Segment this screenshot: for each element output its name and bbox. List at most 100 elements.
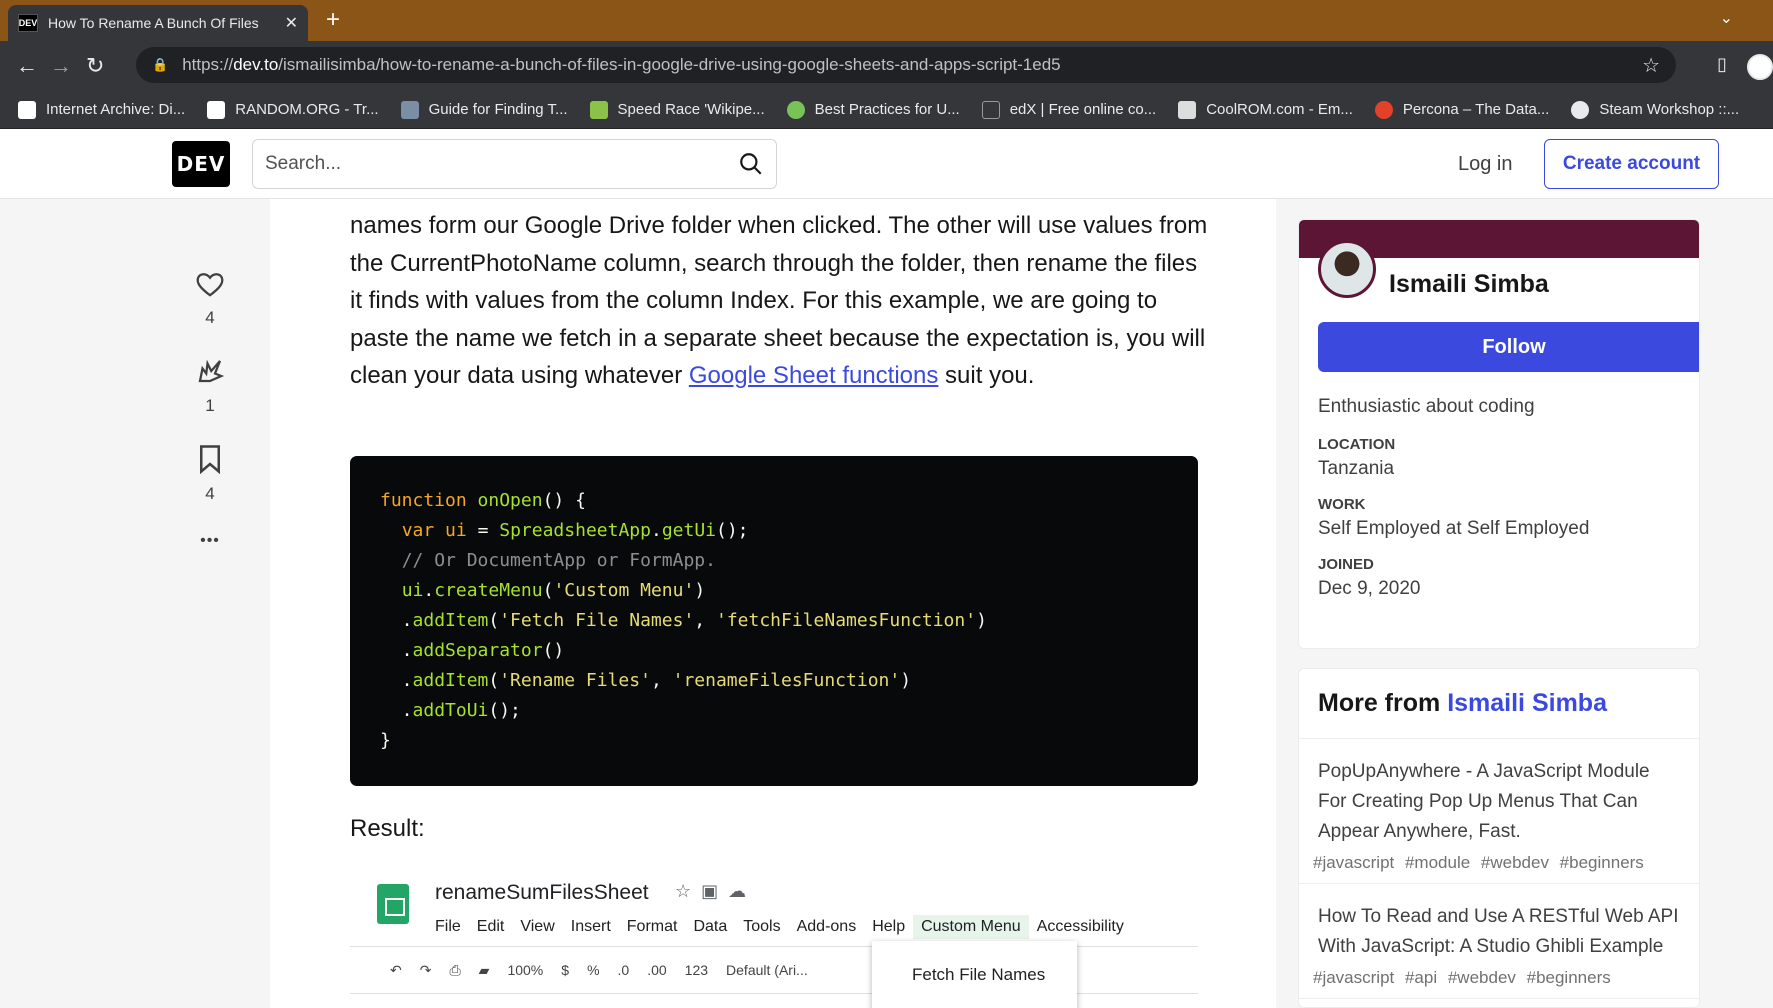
search-box[interactable]: [252, 139, 777, 189]
dev-favicon-icon: DEV: [18, 14, 38, 32]
more-from-heading: More from Ismaili Simba: [1299, 669, 1699, 739]
result-label: Result:: [350, 815, 425, 842]
bookmark-favicon-icon: [207, 100, 226, 119]
more-from-item-title[interactable]: PopUpAnywhere - A JavaScript Module For …: [1318, 757, 1680, 847]
location-value: Tanzania: [1318, 458, 1395, 479]
unicorn-icon[interactable]: [195, 356, 225, 386]
more-from-item[interactable]: PopUpAnywhere - A JavaScript Module For …: [1299, 739, 1699, 884]
unicorn-count: 1: [205, 396, 215, 415]
font-select: Default (Ari...: [726, 962, 808, 978]
side-panel-icon[interactable]: ▯: [1717, 54, 1727, 80]
bookmark-item[interactable]: Steam Workshop ::...: [1571, 100, 1739, 119]
code-block: function onOpen() { var ui = Spreadsheet…: [350, 456, 1198, 786]
bookmark-favicon-icon: [400, 100, 419, 119]
lock-icon[interactable]: 🔒: [152, 57, 168, 73]
bookmark-favicon-icon: [1571, 100, 1590, 119]
sheet-menu-item: Tools: [743, 918, 781, 935]
more-options-icon[interactable]: •••: [185, 532, 235, 550]
dev-logo[interactable]: DEV: [172, 141, 230, 187]
bookmark-item[interactable]: Internet Archive: Di...: [18, 100, 185, 119]
google-sheet-functions-link[interactable]: Google Sheet functions: [689, 362, 939, 389]
search-icon[interactable]: [738, 151, 764, 177]
more-from-author-card: More from Ismaili Simba PopUpAnywhere - …: [1298, 668, 1700, 1008]
browser-tab-bar: DEV How To Rename A Bunch Of Files ✕ + ⌄: [0, 0, 1773, 41]
currency-icon: $: [561, 962, 570, 978]
bookmark-count: 4: [205, 484, 215, 503]
sheet-title: renameSumFilesSheet: [435, 881, 649, 904]
url-prefix: https://: [182, 55, 234, 74]
percent-icon: %: [587, 962, 600, 978]
bookmark-item[interactable]: Speed Race 'Wikipe...: [589, 100, 765, 119]
sheet-menu-item: Help: [872, 918, 906, 935]
unicorn-action[interactable]: 1: [185, 356, 235, 416]
like-action[interactable]: 4: [185, 270, 235, 328]
bookmark-icon[interactable]: [197, 444, 223, 474]
author-profile-card: Ismaili Simba Follow Enthusiastic about …: [1298, 219, 1700, 649]
new-tab-button[interactable]: +: [326, 6, 340, 34]
bookmark-favicon-icon: [1178, 100, 1197, 119]
increase-decimal-icon: .00: [647, 962, 667, 978]
more-from-item[interactable]: How To Read and Use A RESTful Web API Wi…: [1299, 884, 1699, 999]
bookmark-item[interactable]: CoolROM.com - Em...: [1178, 100, 1353, 119]
sheet-menu-item: Format: [626, 918, 678, 935]
sheet-menu-item: View: [520, 918, 555, 935]
tab-search-chevron-icon[interactable]: ⌄: [1720, 8, 1733, 28]
forward-arrow-icon[interactable]: →: [50, 53, 72, 79]
profile-avatar[interactable]: [1747, 54, 1773, 80]
bookmark-action[interactable]: 4: [185, 444, 235, 504]
undo-icon: ↶: [390, 961, 402, 978]
bookmark-item[interactable]: Best Practices for U...: [786, 100, 960, 119]
url-path: /ismailisimba/how-to-rename-a-bunch-of-f…: [278, 55, 1061, 74]
sheet-title-icons: ☆▣☁: [675, 881, 757, 901]
more-from-item-tags: #javascript #api #webdev #beginners: [1313, 968, 1611, 987]
sheet-menu-item: Data: [693, 918, 728, 935]
number-format-select: 123: [684, 962, 709, 978]
url-bar[interactable]: 🔒 https://dev.to/ismailisimba/how-to-ren…: [136, 47, 1676, 83]
sheet-menu-item: Add-ons: [796, 918, 857, 935]
google-sheets-icon: [377, 884, 409, 924]
reload-icon[interactable]: ↻: [86, 53, 104, 79]
redo-icon: ↷: [419, 961, 432, 978]
bookmark-favicon-icon: [1374, 100, 1393, 119]
more-from-author-link[interactable]: Ismaili Simba: [1447, 689, 1607, 717]
author-avatar[interactable]: [1318, 240, 1376, 298]
decrease-decimal-icon: .0: [617, 962, 630, 978]
bookmark-item[interactable]: Guide for Finding T...: [400, 100, 568, 119]
bookmark-item[interactable]: RANDOM.ORG - Tr...: [207, 100, 379, 119]
bookmark-favicon-icon: [589, 100, 608, 119]
browser-tab[interactable]: DEV How To Rename A Bunch Of Files ✕: [8, 5, 308, 41]
print-icon: ⎙: [449, 961, 461, 978]
back-arrow-icon[interactable]: ←: [16, 53, 38, 79]
sheet-menu-item: Edit: [476, 918, 505, 935]
close-tab-icon[interactable]: ✕: [285, 13, 298, 33]
zoom-select: 100%: [507, 962, 544, 978]
bookmark-item[interactable]: Percona – The Data...: [1374, 100, 1549, 119]
more-from-item-tags: #javascript #module #webdev #beginners: [1313, 853, 1644, 872]
bookmark-favicon-icon: [18, 100, 36, 119]
like-count: 4: [205, 308, 215, 327]
create-account-button[interactable]: Create account: [1544, 139, 1719, 189]
search-input[interactable]: [265, 153, 738, 175]
author-bio: Enthusiastic about coding: [1318, 396, 1535, 417]
sheet-menu-item: Insert: [570, 918, 611, 935]
url-domain: dev.to: [233, 55, 279, 74]
author-name[interactable]: Ismaili Simba: [1389, 270, 1549, 299]
work-value: Self Employed at Self Employed: [1318, 518, 1590, 539]
article-body: names form our Google Drive folder when …: [270, 199, 1276, 1008]
bookmarks-bar: Internet Archive: Di... RANDOM.ORG - Tr.…: [0, 91, 1773, 129]
more-from-item-title[interactable]: How To Read and Use A RESTful Web API Wi…: [1318, 902, 1680, 962]
site-header: DEV Log in Create account: [0, 129, 1773, 199]
bookmark-favicon-icon: [786, 100, 805, 119]
article-paragraph: names form our Google Drive folder when …: [350, 212, 1208, 389]
sheets-screenshot: renameSumFilesSheet ☆▣☁ File Edit View I…: [350, 867, 1198, 1008]
follow-button[interactable]: Follow: [1318, 322, 1699, 372]
sheet-menubar: File Edit View Insert Format Data Tools …: [435, 915, 1132, 939]
sheet-menu-item-custom: Custom Menu: [913, 915, 1029, 939]
bookmark-item[interactable]: edX | Free online co...: [981, 100, 1156, 119]
joined-value: Dec 9, 2020: [1318, 578, 1421, 599]
login-link[interactable]: Log in: [1458, 153, 1513, 176]
joined-section: JOINED Dec 9, 2020: [1318, 556, 1420, 600]
address-toolbar: ← → ↻ 🔒 https://dev.to/ismailisimba/how-…: [0, 41, 1773, 91]
heart-icon[interactable]: [195, 270, 225, 298]
bookmark-star-icon[interactable]: ☆: [1642, 53, 1660, 78]
